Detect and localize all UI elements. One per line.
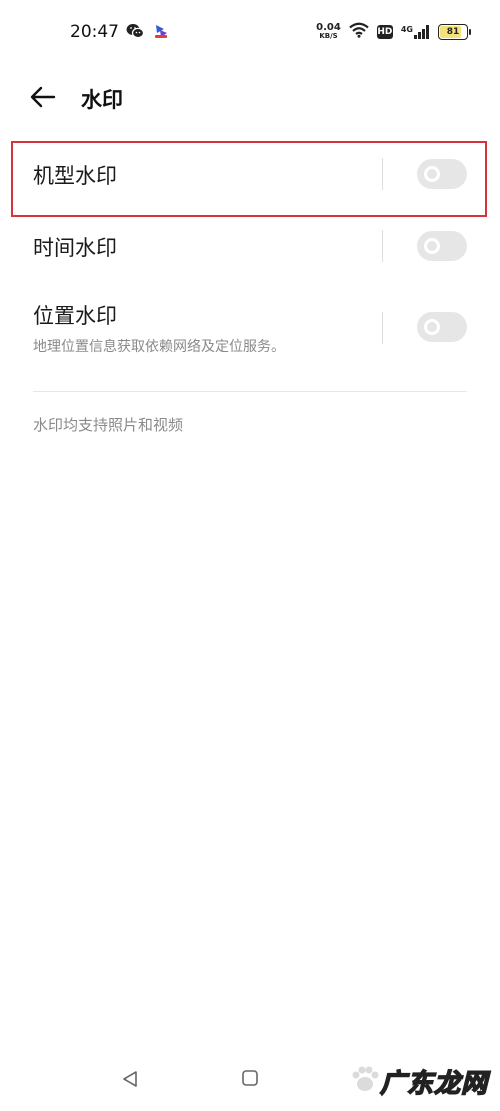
time-watermark-toggle[interactable] [417,231,467,261]
app-notification-icon [152,22,170,44]
row-divider [382,158,383,190]
status-right-icons: 0.04 KB/S HD 4G 81 [316,22,471,42]
status-time: 20:47 [70,22,119,42]
hd-badge: HD [376,25,393,39]
footnote: 水印均支持照片和视频 [33,416,184,434]
setting-label: 位置水印 [33,304,117,328]
setting-row-time-watermark[interactable]: 时间水印 [0,216,500,278]
row-divider [382,230,383,262]
location-watermark-toggle[interactable] [417,312,467,342]
setting-row-model-watermark[interactable]: 机型水印 [0,142,500,216]
net-speed-value: 0.04 [316,22,341,33]
toggle-knob [424,238,440,254]
nav-back-icon[interactable] [120,1069,140,1093]
section-divider [33,391,467,392]
page-header: 水印 [0,72,500,126]
back-button[interactable] [28,84,58,114]
wechat-icon [126,23,145,43]
nav-home-icon[interactable] [241,1069,259,1091]
site-watermark-logo: 广东龙网 [379,1068,488,1100]
row-divider [382,312,383,344]
wifi-icon [349,22,369,42]
model-watermark-toggle[interactable] [417,159,467,189]
net-speed-unit: KB/S [319,32,338,40]
setting-row-location-watermark[interactable]: 位置水印 地理位置信息获取依赖网络及定位服务。 [0,290,500,380]
signal-icon: 4G [401,25,430,39]
network-type: 4G [400,25,413,34]
toggle-knob [424,166,440,182]
setting-label: 机型水印 [33,164,117,188]
paw-watermark-icon [348,1062,382,1100]
setting-label: 时间水印 [33,236,117,260]
net-speed: 0.04 KB/S [316,23,341,41]
page-title: 水印 [81,88,123,112]
status-bar: 20:47 0.04 KB/S HD 4G 81 [0,0,500,66]
battery-level: 81 [446,27,460,37]
toggle-knob [424,319,440,335]
status-notification-icons [126,22,170,44]
setting-subtitle: 地理位置信息获取依赖网络及定位服务。 [33,339,285,355]
battery-icon: 81 [438,24,471,40]
arrow-left-icon [30,86,56,112]
